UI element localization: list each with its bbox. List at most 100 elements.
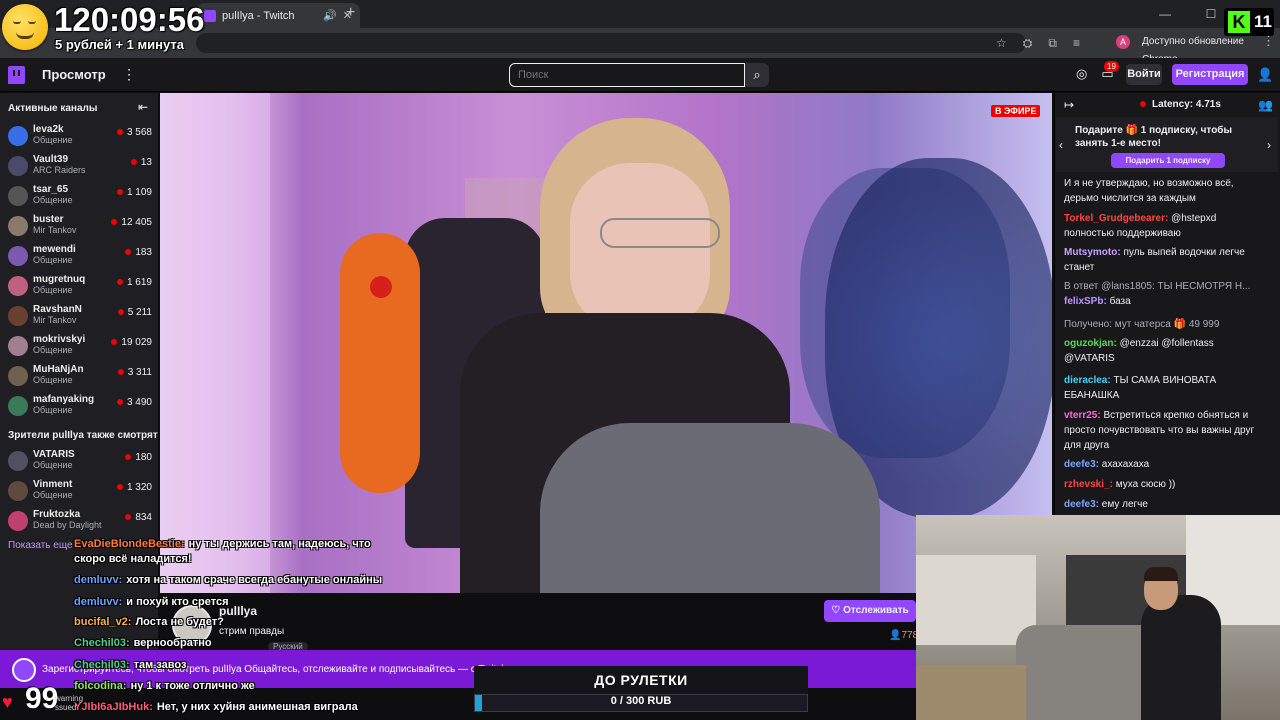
relieved-emoji-icon — [2, 4, 48, 50]
minimize-icon[interactable]: — — [1142, 0, 1188, 28]
chat-username[interactable]: rzhevski_: — [1064, 479, 1116, 490]
chat-username[interactable]: Mutsymoto: — [1064, 247, 1123, 258]
active-channels-header: Активные каналы — [8, 103, 98, 114]
channel-avatar — [8, 511, 28, 531]
sidebar-channel[interactable]: mewendi Общение 183 — [0, 243, 158, 273]
timer-rate: 5 рублей + 1 минута — [55, 37, 184, 52]
browse-link[interactable]: Просмотр — [42, 67, 106, 82]
overlay-chat-text: скоро всё наладится! — [74, 553, 192, 565]
channel-avatar — [8, 186, 28, 206]
channel-name: mugretnuq — [33, 274, 86, 285]
channel-avatar — [8, 246, 28, 266]
chat-username[interactable]: deefe3: — [1064, 499, 1102, 510]
sidebar-channel[interactable]: buster Mir Tankov 12 405 — [0, 213, 158, 243]
profile-avatar[interactable]: A — [1116, 35, 1130, 49]
notification-badge: 19 — [1104, 61, 1119, 72]
overlay-chat-user: Chechil03: — [74, 637, 130, 649]
chat-username[interactable]: deefe3: — [1064, 459, 1102, 470]
chevron-left-icon[interactable]: ‹ — [1059, 138, 1063, 152]
channel-category: Общение — [33, 195, 73, 205]
search-input[interactable] — [509, 63, 745, 87]
channel-name: mokrivskyi — [33, 334, 86, 345]
overlay-chat-user: bucifal_v2: — [74, 616, 132, 628]
chat-message: И я не утверждаю, но возможно всё, дерьм… — [1064, 176, 1264, 206]
channel-viewers: 19 029 — [111, 337, 152, 348]
gift-sub-button[interactable]: Подарить 1 подписку — [1111, 153, 1225, 168]
chat-users-icon[interactable]: 👥 — [1258, 98, 1273, 112]
channel-viewers: 12 405 — [111, 217, 152, 228]
sidebar-channel[interactable]: tsar_65 Общение 1 109 — [0, 183, 158, 213]
chat-message: rzhevski_: муха сюсю )) — [1064, 477, 1264, 492]
puzzle-extensions-icon[interactable]: ⧉ — [1048, 36, 1057, 51]
channel-category: Общение — [33, 135, 73, 145]
show-more-link[interactable]: Показать еще — [8, 540, 73, 551]
more-options-icon[interactable]: ⋮ — [122, 66, 136, 83]
sidebar-channel[interactable]: Fruktozka Dead by Daylight 834 — [0, 508, 158, 538]
prime-crown-icon[interactable]: ◎ — [1076, 66, 1087, 82]
sidebar-channel[interactable]: mugretnuq Общение 1 619 — [0, 273, 158, 303]
sidebar-channel[interactable]: mokrivskyi Общение 19 029 — [0, 333, 158, 363]
overlay-chat-text: хотя на таком сраче всегда ебанутые онла… — [126, 574, 383, 586]
media-icon[interactable]: ≡ — [1073, 36, 1080, 50]
webcam-overlay — [916, 515, 1280, 720]
channel-avatar — [8, 366, 28, 386]
channel-name: MuHaNjAn — [33, 364, 84, 375]
channel-name: Vinment — [33, 479, 73, 490]
chat-message: felixSPb: база — [1064, 294, 1264, 309]
overlay-chat-user: folcodina: — [74, 680, 127, 692]
overlay-chat-line: demluvv: хотя на таком сраче всегда ебану… — [74, 574, 382, 586]
channel-name: RavshanN — [33, 304, 82, 315]
channel-viewers: 3 311 — [118, 367, 152, 378]
chat-message: Mutsymoto: пуль выпей водочки легче стан… — [1064, 245, 1264, 275]
channel-name: mafanyaking — [33, 394, 95, 405]
chat-text: И я не утверждаю, но возможно всё, дерьм… — [1064, 178, 1234, 204]
sidebar-channel[interactable]: VATARIS Общение 180 — [0, 448, 158, 478]
chat-text: Получено: мут чатерса 🎁 49 999 — [1064, 319, 1220, 330]
login-button[interactable]: Войти — [1126, 64, 1162, 85]
twitch-logo-icon[interactable] — [8, 66, 25, 84]
overlay-chat-text: ну ты держись там, надеюсь, что — [188, 538, 371, 550]
sidebar-channel[interactable]: RavshanN Mir Tankov 5 211 — [0, 303, 158, 333]
bookmark-star-icon[interactable]: ☆ — [996, 36, 1007, 50]
channel-category: Общение — [33, 460, 73, 470]
chat-message: deefe3: ему легче — [1064, 497, 1264, 512]
channel-viewers: 3 568 — [117, 127, 152, 138]
collapse-chat-icon[interactable]: ↦ — [1064, 98, 1074, 112]
roulette-value: 0 / 300 RUB — [610, 695, 672, 707]
audio-icon[interactable]: 🔊 — [323, 9, 337, 22]
warning-text: warning ssued — [55, 694, 83, 712]
follow-button[interactable]: ♡ Отслеживать — [824, 600, 916, 622]
sidebar-channel[interactable]: mafanyaking Общение 3 490 — [0, 393, 158, 423]
signup-button[interactable]: Регистрация — [1172, 64, 1248, 85]
channel-category: Общение — [33, 490, 73, 500]
chat-message: oguzokjan: @enzzai @follentass @VATARIS — [1064, 336, 1264, 366]
overlay-chat-line: YJIbI6aJIbHuk: Нет, у них хуйня анимешная… — [74, 701, 358, 713]
sidebar-channel[interactable]: leva2k Общение 3 568 — [0, 123, 158, 153]
chat-username[interactable]: dieraclea: — [1064, 375, 1113, 386]
search-icon[interactable]: ⌕ — [745, 63, 769, 87]
sidebar-channel[interactable]: MuHaNjAn Общение 3 311 — [0, 363, 158, 393]
chat-text: ему легче — [1101, 499, 1148, 510]
channel-avatar — [8, 396, 28, 416]
sidebar-channel[interactable]: Vault39 ARC Raiders 13 — [0, 153, 158, 183]
chat-username[interactable]: oguzokjan: — [1064, 338, 1120, 349]
chat-username[interactable]: felixSPb: — [1064, 296, 1110, 307]
browser-tab[interactable]: pulIlya - Twitch 🔊 ✕ — [196, 3, 360, 28]
warning-line-1: warning — [55, 694, 84, 703]
omnibox[interactable] — [196, 33, 1026, 53]
channel-category: Общение — [33, 345, 73, 355]
chat-username[interactable]: Torkel_Grudgebearer: — [1064, 213, 1171, 224]
channel-name: tsar_65 — [33, 184, 69, 195]
collapse-sidebar-icon[interactable]: ⇤ — [138, 100, 148, 114]
chat-message: В ответ @lans1805: ТЫ НЕСМОТРЯ Н... — [1064, 279, 1264, 294]
chat-username[interactable]: vterr25: — [1064, 410, 1103, 421]
chat-message: deefe3: ахахахаха — [1064, 457, 1264, 472]
new-tab-button[interactable]: + — [346, 4, 355, 22]
chat-text: В ответ @lans1805: ТЫ НЕСМОТРЯ Н... — [1064, 281, 1251, 292]
extension-icon[interactable]: ⛭ — [1023, 36, 1033, 51]
chevron-right-icon[interactable]: › — [1267, 138, 1271, 152]
channel-viewers: 5 211 — [118, 307, 152, 318]
twitch-glitch-icon — [12, 658, 36, 682]
sidebar-channel[interactable]: Vinment Общение 1 320 — [0, 478, 158, 508]
user-menu-icon[interactable]: 👤 — [1257, 67, 1273, 83]
